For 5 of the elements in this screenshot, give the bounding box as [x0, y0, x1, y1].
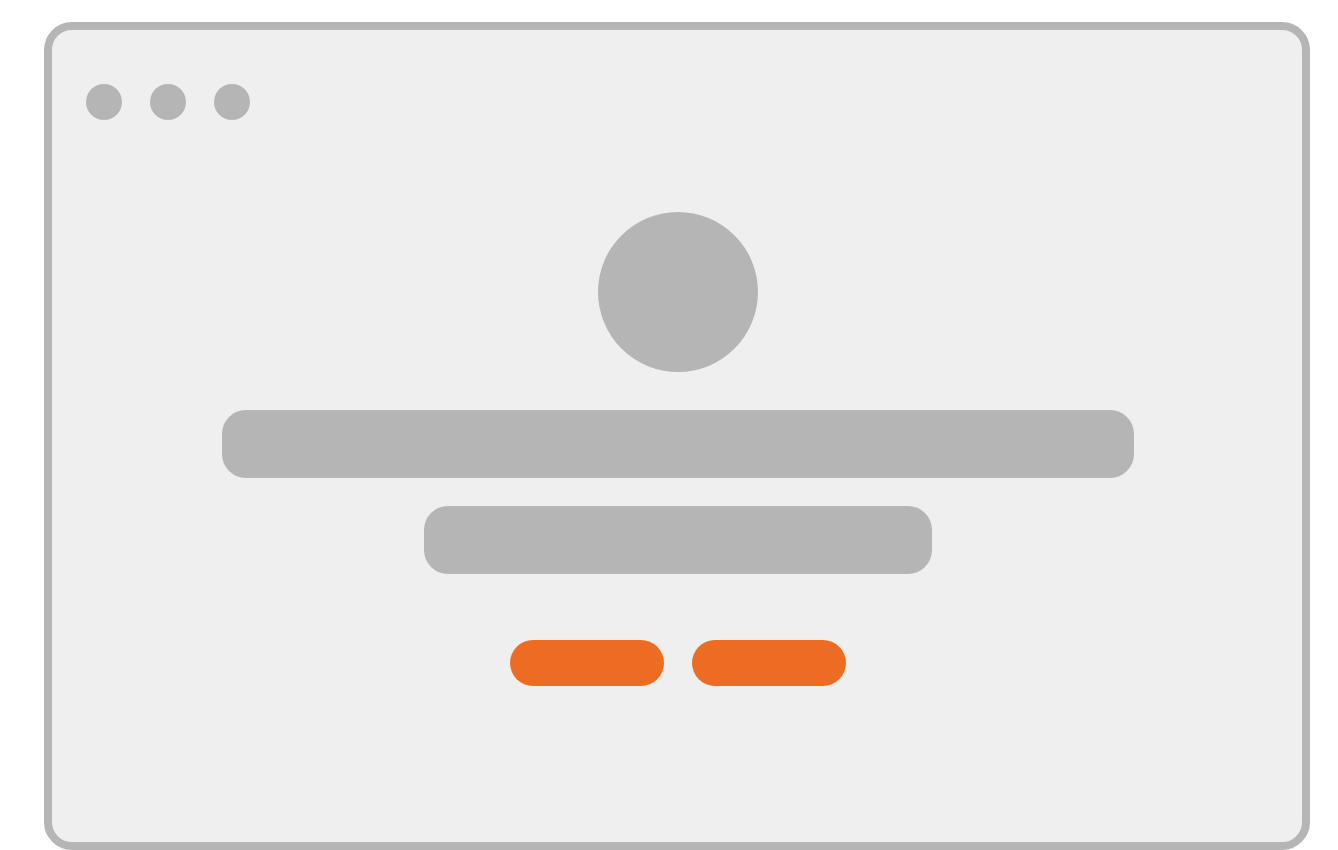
window-control-dot[interactable]: [150, 84, 186, 120]
window-control-dot[interactable]: [86, 84, 122, 120]
placeholder-button[interactable]: [691, 640, 845, 686]
placeholder-button[interactable]: [509, 640, 663, 686]
window-control-dot[interactable]: [214, 84, 250, 120]
